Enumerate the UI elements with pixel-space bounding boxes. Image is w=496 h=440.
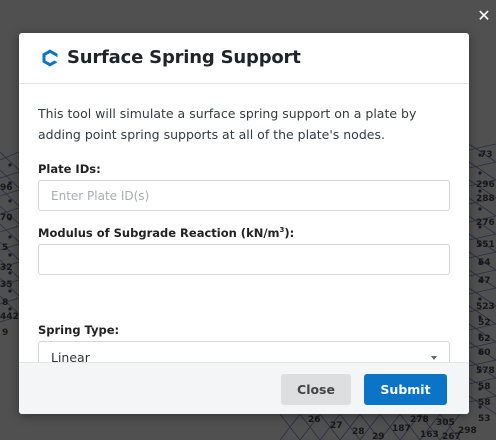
dialog-header: Surface Spring Support bbox=[19, 33, 469, 84]
modulus-label: Modulus of Subgrade Reaction (kN/m3): bbox=[38, 226, 294, 240]
plate-ids-label: Plate IDs: bbox=[38, 162, 101, 176]
plate-ids-input[interactable] bbox=[38, 180, 450, 211]
modulus-label-text: Modulus of Subgrade Reaction (kN/m bbox=[38, 226, 280, 240]
dialog-body: This tool will simulate a surface spring… bbox=[19, 84, 469, 373]
submit-button[interactable]: Submit bbox=[364, 374, 447, 405]
close-button[interactable]: Close bbox=[281, 374, 351, 405]
modulus-input[interactable] bbox=[38, 244, 450, 275]
dialog-description: This tool will simulate a surface spring… bbox=[38, 106, 417, 142]
dialog-footer: Close Submit bbox=[19, 362, 469, 414]
chevron-down-icon bbox=[431, 356, 437, 360]
close-icon[interactable]: ✕ bbox=[476, 8, 492, 24]
dialog-title: Surface Spring Support bbox=[67, 47, 301, 68]
skyciv-logo-icon bbox=[40, 48, 60, 68]
spring-type-label: Spring Type: bbox=[38, 323, 120, 337]
modulus-label-end: ): bbox=[284, 226, 295, 240]
surface-spring-support-dialog: Surface Spring Support This tool will si… bbox=[19, 33, 469, 414]
